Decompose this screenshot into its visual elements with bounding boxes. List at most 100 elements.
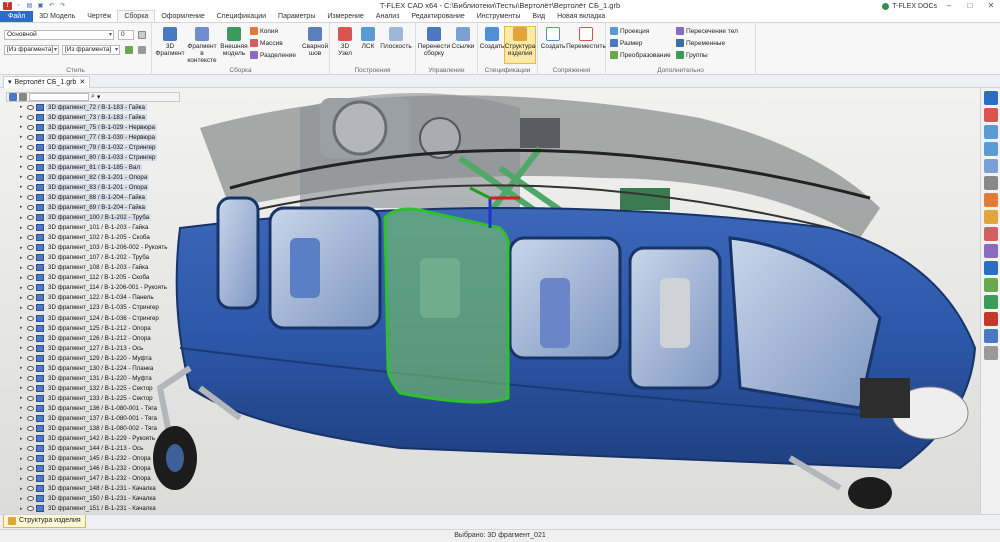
expand-arrow-icon[interactable]: ▸ [20,114,27,120]
tree-row[interactable]: ▸ 3D фрагмент_103 / В-1-206-002 - Рукоять [6,243,180,253]
tree-row[interactable]: ▸ 3D фрагмент_114 / В-1-206-001 - Рукоять [6,283,180,293]
tree-row[interactable]: ▸ 3D фрагмент_132 / В-1-225 - Сектор [6,383,180,393]
tree-row[interactable]: ▸ 3D фрагмент_148 / В-1-231 - Качалка [6,484,180,494]
visibility-eye-icon[interactable] [27,496,34,502]
tree-row[interactable]: ▸ 3D фрагмент_81 / В-1-185 - Вал [6,162,180,172]
layer-number[interactable]: 0 [118,30,134,40]
expand-arrow-icon[interactable]: ▸ [20,154,27,160]
visibility-eye-icon[interactable] [27,285,34,291]
expand-arrow-icon[interactable]: ▸ [20,486,27,492]
expand-arrow-icon[interactable]: ▸ [20,385,27,391]
brush-icon[interactable] [138,46,146,54]
expand-arrow-icon[interactable]: ▸ [20,476,27,482]
expand-arrow-icon[interactable]: ▸ [20,265,27,271]
document-tab[interactable]: ▾ Вертолёт СБ_1.grb ✕ [3,76,91,88]
fragment-combo-2[interactable]: [Из фрагмента] ▾ [62,45,120,55]
visibility-eye-icon[interactable] [27,174,34,180]
tab-8[interactable]: Анализ [370,11,406,22]
visibility-eye-icon[interactable] [27,134,34,140]
zoom-out-icon[interactable] [983,142,998,156]
tree-row[interactable]: ▸ 3D фрагмент_144 / В-1-213 - Ось [6,444,180,454]
expand-arrow-icon[interactable]: ▸ [20,345,27,351]
visibility-eye-icon[interactable] [27,204,34,210]
visibility-eye-icon[interactable] [27,486,34,492]
visibility-eye-icon[interactable] [27,325,34,331]
expand-arrow-icon[interactable]: ▸ [20,305,27,311]
mate-move-button[interactable]: Переместить [566,27,606,50]
expand-arrow-icon[interactable]: ▸ [20,405,27,411]
expand-arrow-icon[interactable]: ▸ [20,134,27,140]
visibility-eye-icon[interactable] [27,375,34,381]
visibility-eye-icon[interactable] [27,184,34,190]
visibility-eye-icon[interactable] [27,385,34,391]
tree-row[interactable]: ▸ 3D фрагмент_80 / В-1-033 - Стрингер [6,152,180,162]
visibility-eye-icon[interactable] [27,335,34,341]
visibility-eye-icon[interactable] [27,395,34,401]
expand-arrow-icon[interactable]: ▸ [20,184,27,190]
visibility-eye-icon[interactable] [27,275,34,281]
expand-arrow-icon[interactable]: ▸ [20,215,27,221]
tab-1[interactable]: 3D Модель [33,11,81,22]
expand-arrow-icon[interactable]: ▸ [20,415,27,421]
expand-arrow-icon[interactable]: ▸ [20,335,27,341]
visibility-eye-icon[interactable] [27,225,34,231]
tree-row[interactable]: ▸ 3D фрагмент_89 / В-1-204 - Гайка [6,202,180,212]
tree-row[interactable]: ▸ 3D фрагмент_129 / В-1-220 - Муфта [6,353,180,363]
expand-arrow-icon[interactable]: ▸ [20,355,27,361]
filter-icon[interactable] [983,227,998,241]
expand-arrow-icon[interactable]: ▸ [20,204,27,210]
tree-row[interactable]: ▸ 3D фрагмент_142 / В-1-229 - Рукоять [6,434,180,444]
tree-row[interactable]: ▸ 3D фрагмент_150 / В-1-231 - Качалка [6,494,180,504]
links-button[interactable]: Ссылки [450,27,476,50]
tab-9[interactable]: Редактирование [405,11,470,22]
fragment-3d-button[interactable]: 3D Фрагмент [155,27,185,57]
visibility-eye-icon[interactable] [27,144,34,150]
visibility-eye-icon[interactable] [27,426,34,432]
expand-arrow-icon[interactable]: ▸ [20,144,27,150]
expand-arrow-icon[interactable]: ▸ [20,245,27,251]
expand-arrow-icon[interactable]: ▸ [20,506,27,512]
visibility-eye-icon[interactable] [27,436,34,442]
product-structure-tab[interactable]: Структура изделия [3,515,86,528]
expand-arrow-icon[interactable]: ▸ [20,325,27,331]
tree-row[interactable]: ▸ 3D фрагмент_131 / В-1-220 - Муфта [6,373,180,383]
tree-row[interactable]: ▸ 3D фрагмент_146 / В-1-232 - Опора [6,464,180,474]
docs-icon[interactable] [882,2,890,10]
product-structure-button[interactable]: Структура изделия [504,26,536,64]
tree-row[interactable]: ▸ 3D фрагмент_100 / В-1-202 - Труба [6,213,180,223]
fragment-combo-1[interactable]: [Из фрагмента] ▾ [4,45,59,55]
expand-arrow-icon[interactable]: ▸ [20,315,27,321]
visibility-eye-icon[interactable] [27,446,34,452]
section-icon[interactable] [983,193,998,207]
tree-view-icon[interactable] [19,93,27,101]
visibility-eye-icon[interactable] [27,164,34,170]
array-button[interactable]: Массив [250,39,283,47]
tree-row[interactable]: ▸ 3D фрагмент_75 / В-1-029 - Нервюра [6,122,180,132]
tree-row[interactable]: ▸ 3D фрагмент_145 / В-1-232 - Опора [6,454,180,464]
variables-button[interactable]: Переменные [676,39,725,47]
tree-row[interactable]: ▸ 3D фрагмент_130 / В-1-224 - Планка [6,363,180,373]
lcs-button[interactable]: ЛСК [358,27,378,50]
maximize-button[interactable]: □ [961,0,979,12]
tab-10[interactable]: Инструменты [471,11,527,22]
tree-row[interactable]: ▸ 3D фрагмент_73 / В-1-183 - Гайка [6,112,180,122]
tree-row[interactable]: ▸ 3D фрагмент_79 / В-1-032 - Стрингер [6,142,180,152]
layer-combo[interactable]: Основной ▾ [4,30,114,40]
shading-icon[interactable] [983,295,998,309]
tab-4[interactable]: Оформление [155,11,210,22]
visibility-eye-icon[interactable] [27,506,34,512]
tree-search-combo[interactable] [29,93,89,101]
tree-row[interactable]: ▸ 3D фрагмент_125 / В-1-212 - Опора [6,323,180,333]
expand-arrow-icon[interactable]: ▸ [20,124,27,130]
visibility-eye-icon[interactable] [27,215,34,221]
expand-arrow-icon[interactable]: ▸ [20,225,27,231]
minimize-button[interactable]: – [940,0,958,12]
tab-12[interactable]: Новая вкладка [551,11,611,22]
transform-button[interactable]: Преобразование [610,51,671,59]
3d-viewport[interactable]: ⌕ ▾ ▸ 3D фрагмент_72 / В-1-183 - Гайка ▸ 3D… [0,88,980,514]
tree-row[interactable]: ▸ 3D фрагмент_82 / В-1-201 - Опора [6,172,180,182]
tab-5[interactable]: Спецификации [211,11,272,22]
zoom-window-icon[interactable] [983,159,998,173]
visibility-eye-icon[interactable] [27,245,34,251]
intersect-button[interactable]: Пересечение тел [676,27,738,35]
